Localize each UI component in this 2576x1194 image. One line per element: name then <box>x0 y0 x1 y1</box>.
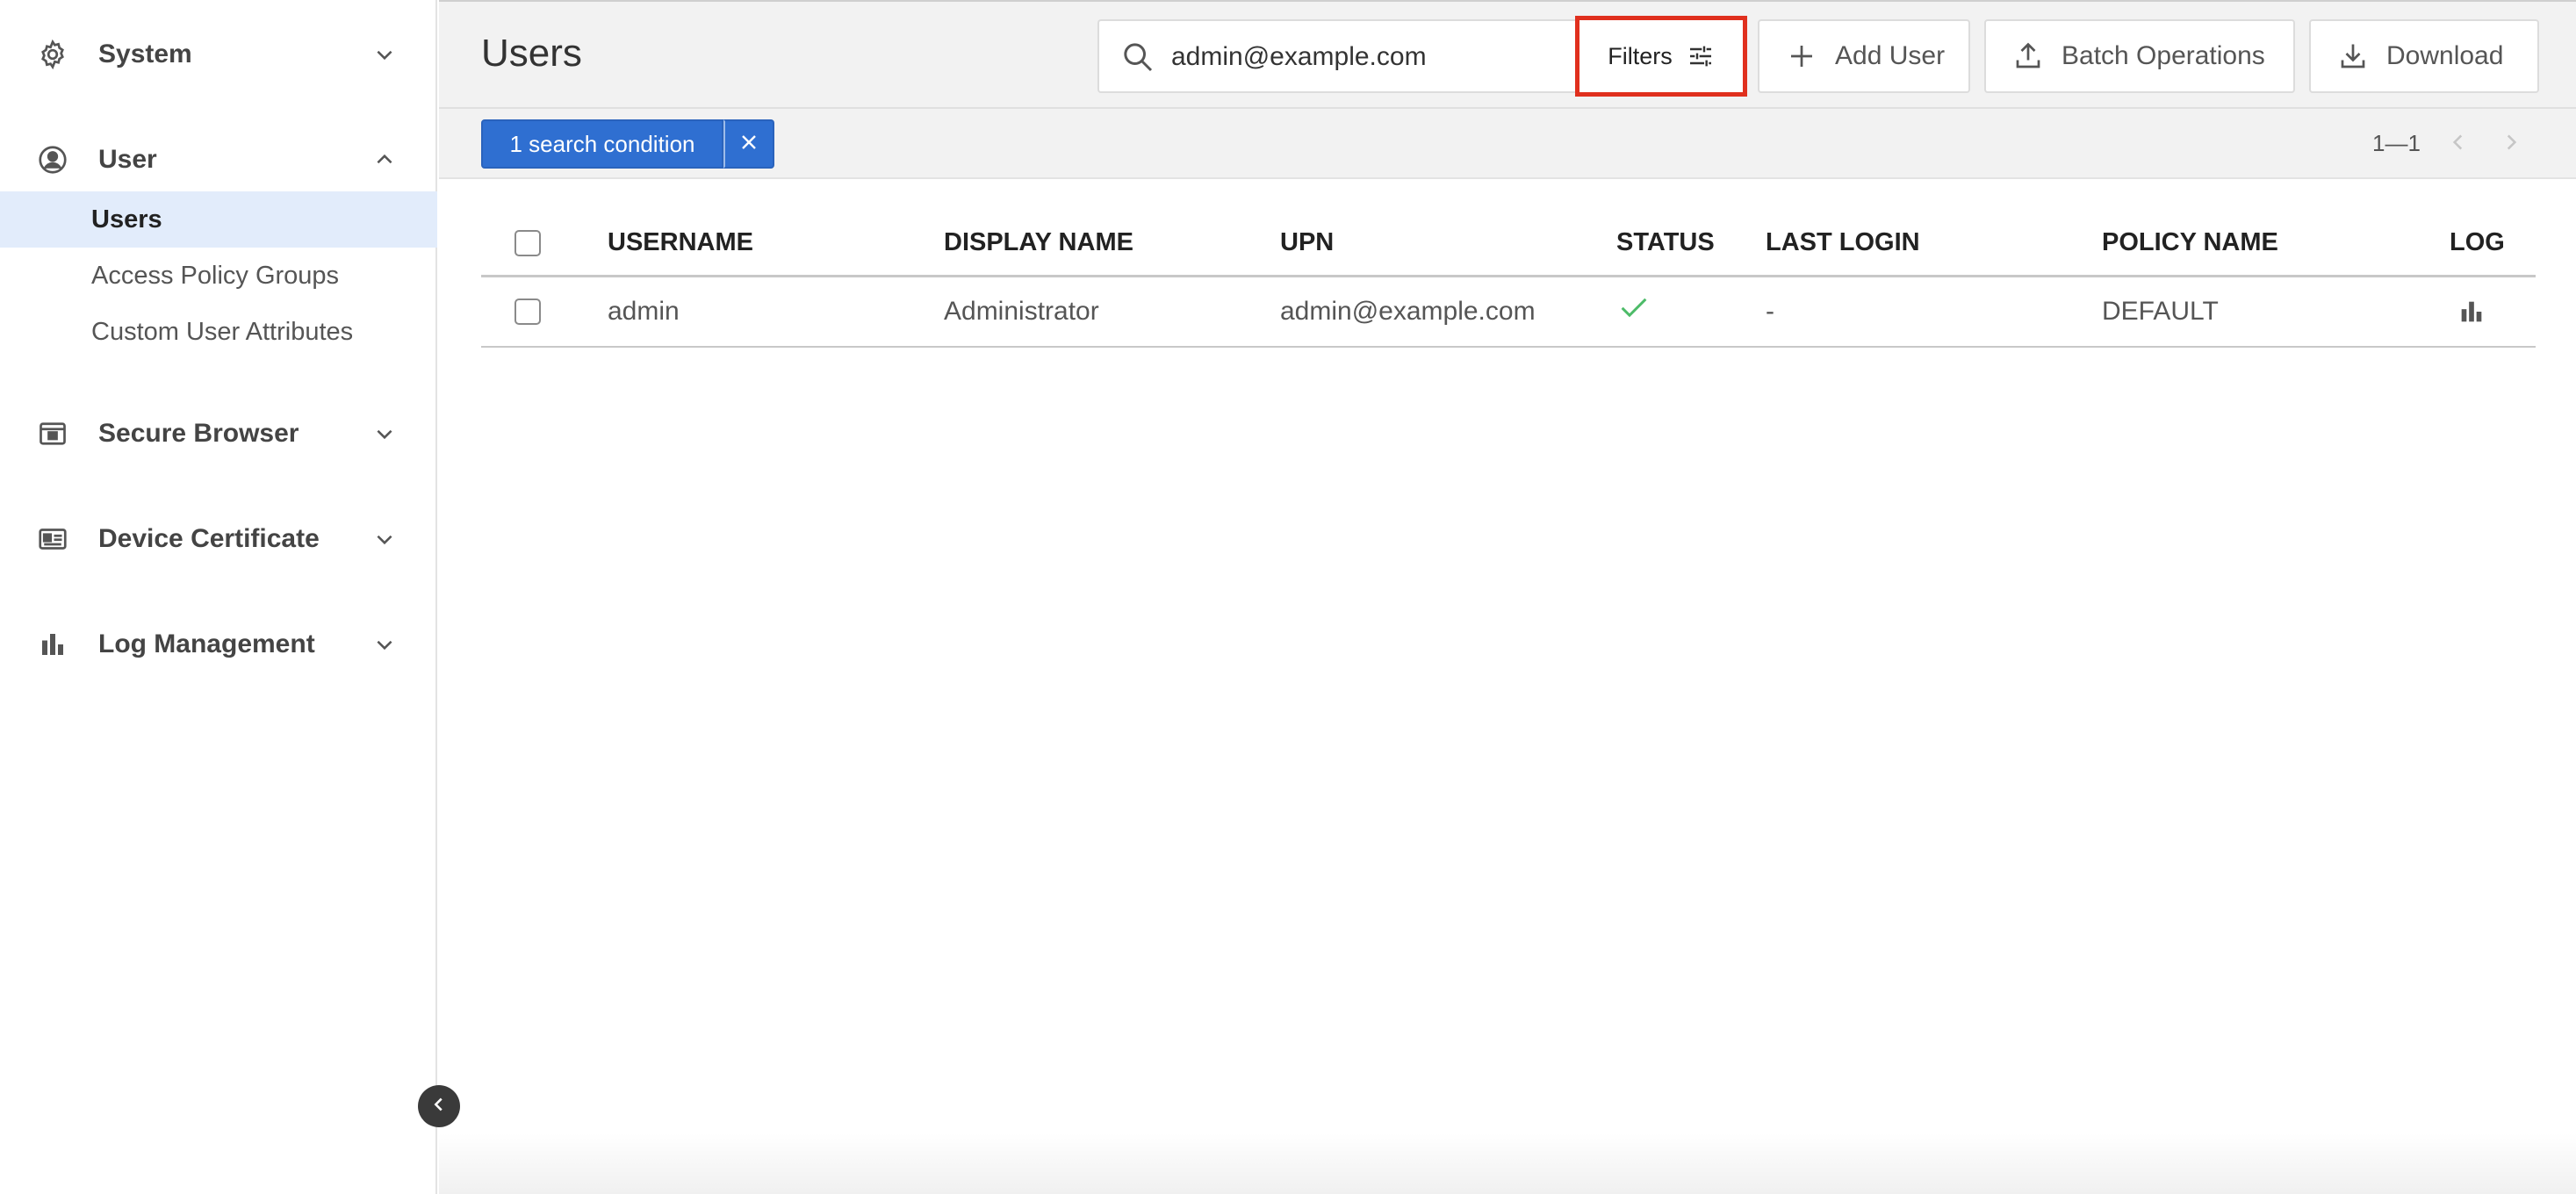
nav-group-label: Device Certificate <box>98 524 320 553</box>
chevron-up-icon <box>367 142 402 177</box>
nav-group-log-management[interactable]: Log Management <box>0 602 437 687</box>
chevron-down-icon <box>367 416 402 451</box>
sidebar-item-users[interactable]: Users <box>0 191 437 248</box>
nav-group-secure-browser[interactable]: Secure Browser <box>0 392 437 476</box>
nav-group-system[interactable]: System <box>0 12 437 97</box>
chevron-right-icon <box>2500 131 2522 158</box>
sliders-icon <box>1687 42 1715 70</box>
search-condition-chip: 1 search condition <box>481 119 774 169</box>
log-bar-chart-icon[interactable] <box>2457 297 2486 334</box>
previous-page-button[interactable] <box>2443 128 2474 160</box>
browser-window-icon <box>35 416 70 451</box>
filters-button[interactable]: Filters <box>1575 16 1747 97</box>
sidebar-item-label: Users <box>91 205 162 234</box>
column-header-last-login[interactable]: LAST LOGIN <box>1766 228 1920 257</box>
column-header-upn[interactable]: UPN <box>1280 228 1334 257</box>
add-user-label: Add User <box>1835 41 1946 70</box>
cell-username: admin <box>608 297 680 326</box>
table-row[interactable]: admin Administrator admin@example.com - … <box>481 277 2536 348</box>
table-header: USERNAME DISPLAY NAME UPN STATUS LAST LO… <box>481 207 2536 277</box>
chevron-down-icon <box>367 627 402 662</box>
filters-label: Filters <box>1608 42 1673 69</box>
nav-group-label: User <box>98 145 157 174</box>
page-header: Users Filters Add User Batch Operations <box>439 0 2576 109</box>
search-box <box>1097 19 1575 93</box>
main-content: Users Filters Add User Batch Operations <box>439 0 2576 1194</box>
sidebar-item-label: Access Policy Groups <box>91 261 340 290</box>
column-header-log: LOG <box>2450 228 2505 256</box>
sidebar-item-access-policy-groups[interactable]: Access Policy Groups <box>0 248 437 304</box>
select-all-checkbox[interactable] <box>514 230 541 256</box>
nav-group-label: System <box>98 40 192 68</box>
gear-icon <box>35 37 70 72</box>
chevron-left-icon <box>429 1095 449 1118</box>
id-card-icon <box>35 521 70 557</box>
cell-policy-name: DEFAULT <box>2102 297 2219 326</box>
search-condition-label[interactable]: 1 search condition <box>481 119 723 169</box>
cell-upn: admin@example.com <box>1280 297 1536 326</box>
row-checkbox[interactable] <box>514 298 541 325</box>
users-table: USERNAME DISPLAY NAME UPN STATUS LAST LO… <box>481 207 2536 348</box>
column-header-status[interactable]: STATUS <box>1616 228 1715 257</box>
search-icon <box>1120 40 1155 75</box>
pagination-range: 1—1 <box>2372 130 2421 156</box>
sidebar: System User Users Access Policy Groups C… <box>0 0 437 1194</box>
download-label: Download <box>2386 41 2504 70</box>
cell-last-login: - <box>1766 297 1774 326</box>
column-header-username[interactable]: USERNAME <box>608 228 753 257</box>
search-input[interactable] <box>1171 33 1558 81</box>
upload-icon <box>2012 40 2044 72</box>
download-button[interactable]: Download <box>2309 19 2539 93</box>
batch-operations-button[interactable]: Batch Operations <box>1984 19 2295 93</box>
clear-conditions-button[interactable] <box>723 119 774 169</box>
column-header-display-name[interactable]: DISPLAY NAME <box>944 228 1133 257</box>
plus-icon <box>1786 40 1817 72</box>
nav-group-user[interactable]: User <box>0 118 437 202</box>
search-conditions-bar: 1 search condition 1—1 <box>439 109 2576 179</box>
nav-group-label: Log Management <box>98 629 315 658</box>
bottom-shadow <box>439 1133 2576 1194</box>
download-icon <box>2337 40 2369 72</box>
page-title: Users <box>481 32 582 75</box>
close-icon <box>738 132 759 157</box>
add-user-button[interactable]: Add User <box>1758 19 1970 93</box>
nav-group-device-certificate[interactable]: Device Certificate <box>0 497 437 581</box>
status-check-icon <box>1616 290 1651 332</box>
batch-operations-label: Batch Operations <box>2062 41 2265 70</box>
chevron-down-icon <box>367 37 402 72</box>
cell-display-name: Administrator <box>944 297 1099 326</box>
chevron-down-icon <box>367 521 402 557</box>
sidebar-item-label: Custom User Attributes <box>91 317 354 346</box>
nav-group-label: Secure Browser <box>98 419 299 448</box>
sidebar-collapse-button[interactable] <box>418 1085 460 1127</box>
column-header-policy-name[interactable]: POLICY NAME <box>2102 228 2278 257</box>
sidebar-item-custom-user-attributes[interactable]: Custom User Attributes <box>0 304 437 360</box>
next-page-button[interactable] <box>2495 128 2527 160</box>
user-circle-icon <box>35 142 70 177</box>
bar-chart-icon <box>35 627 70 662</box>
chevron-left-icon <box>2447 131 2470 158</box>
